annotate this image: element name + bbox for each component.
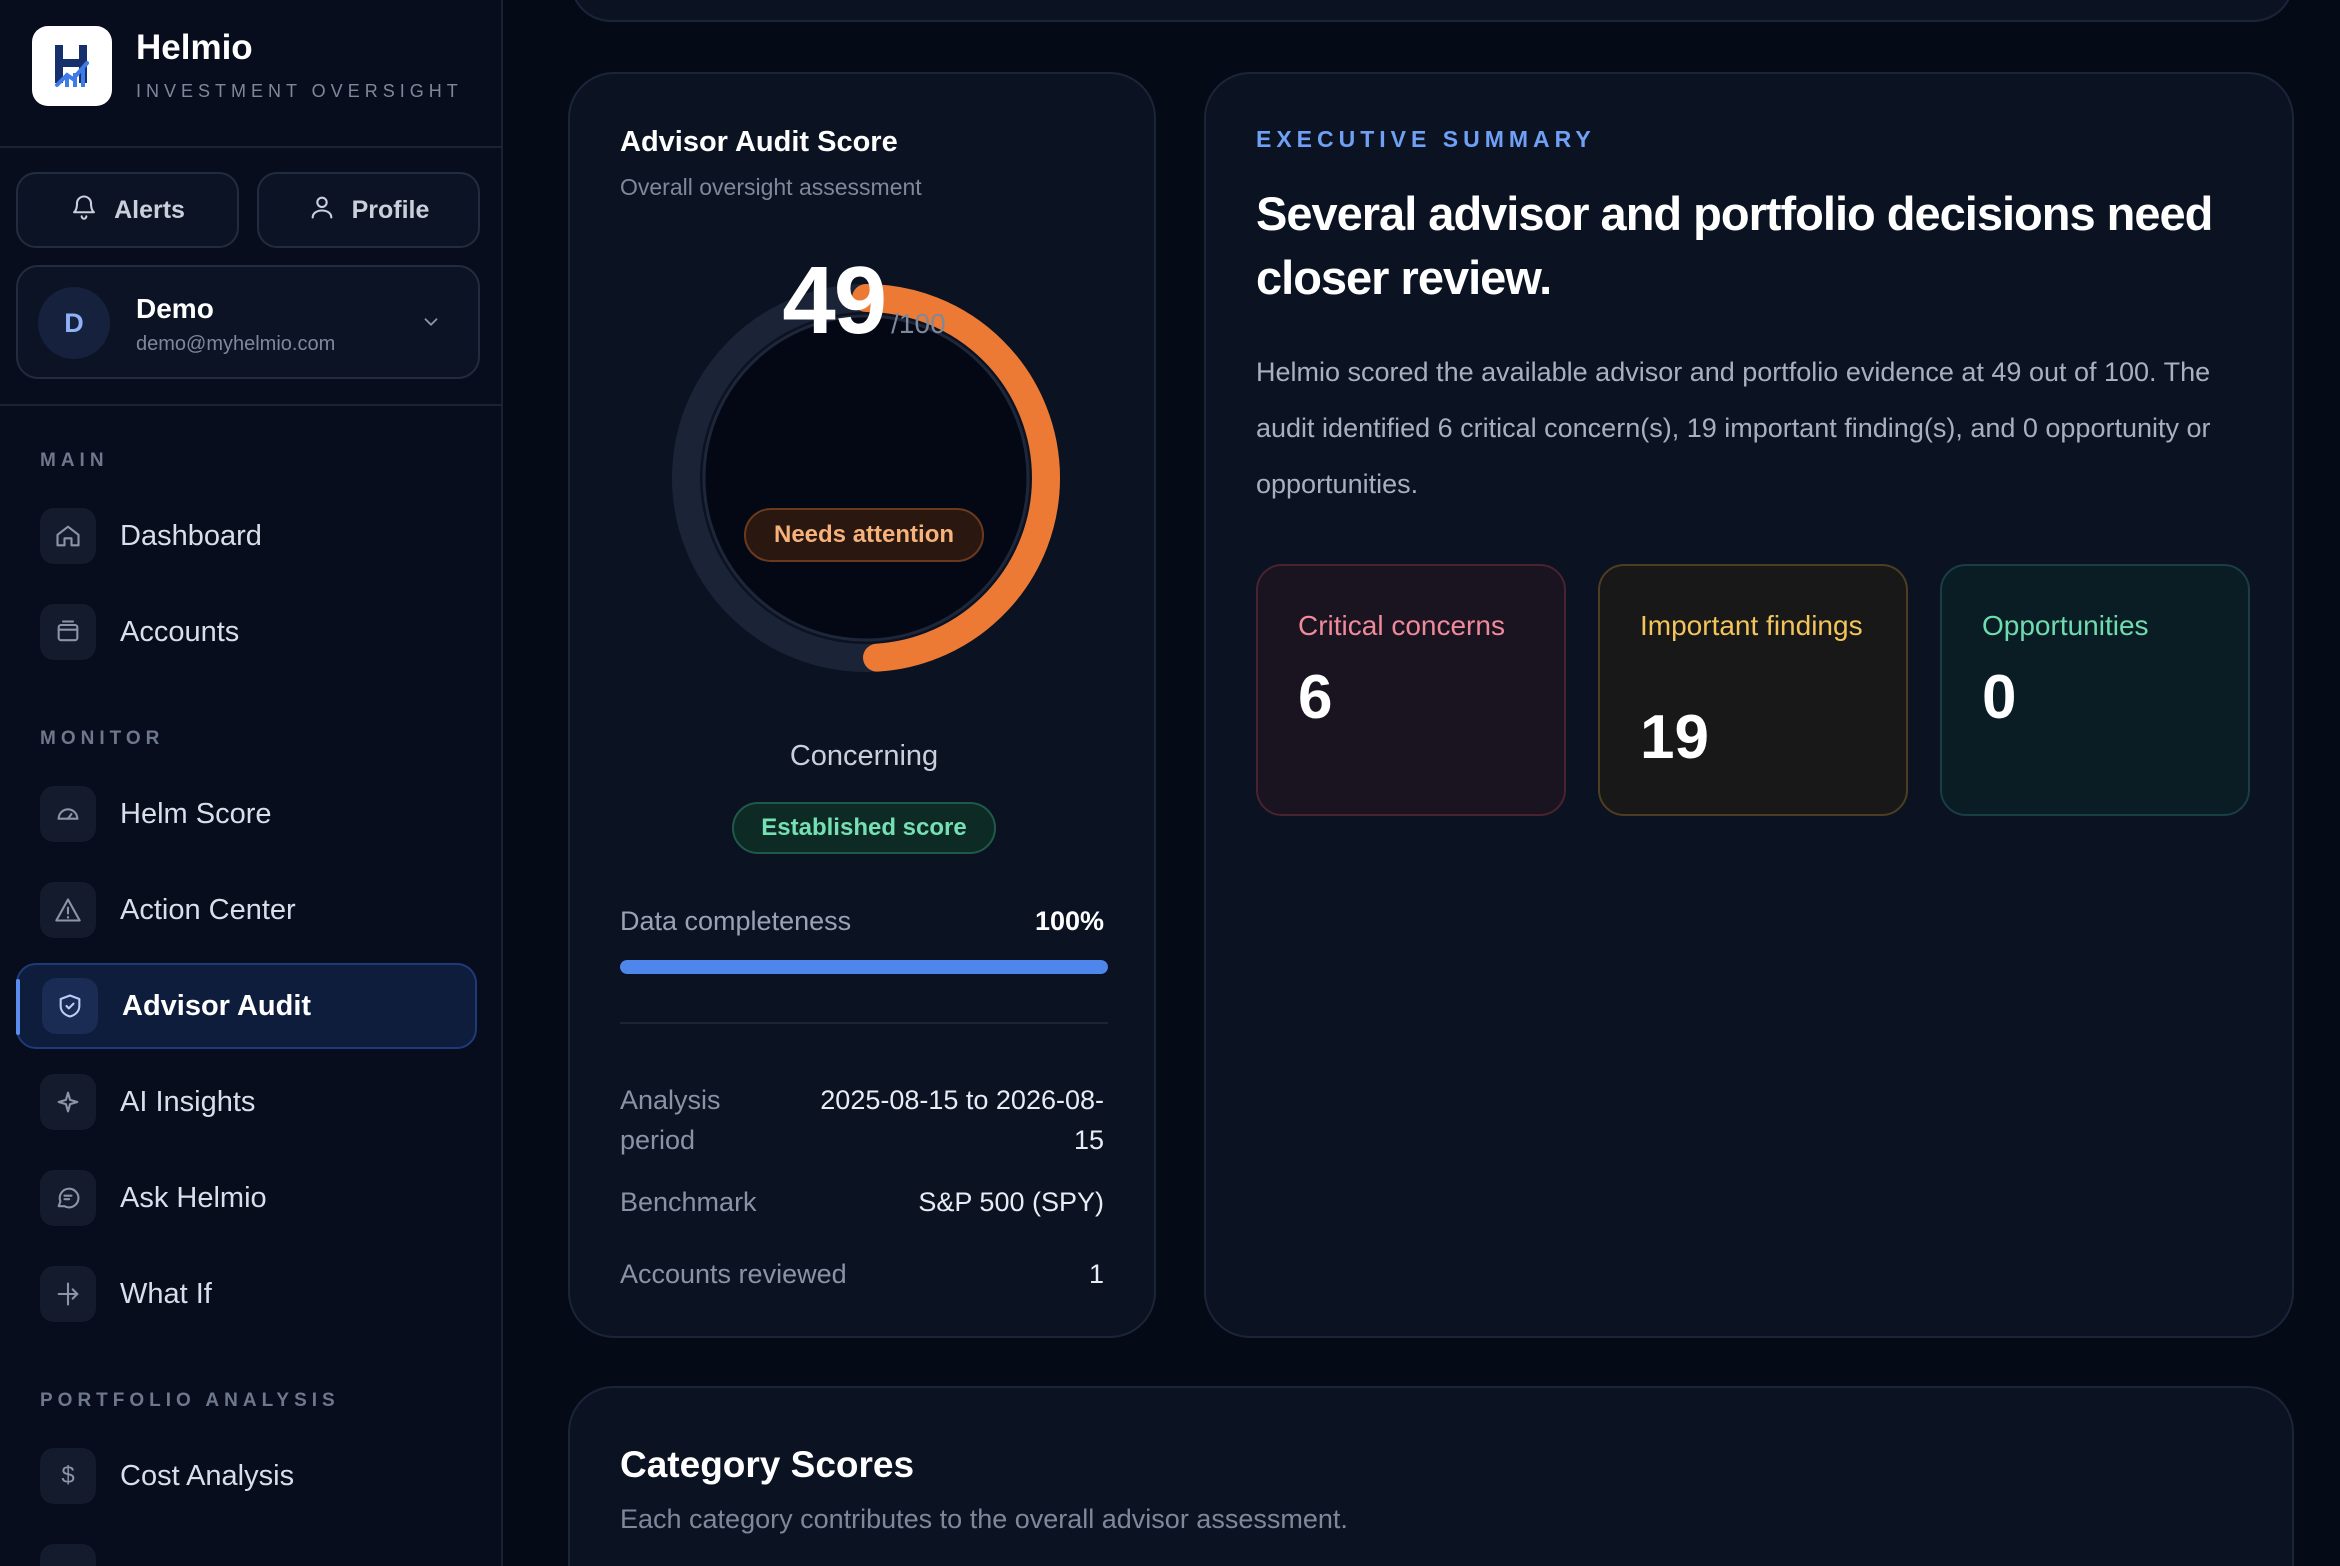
accounts-reviewed-value: 1 bbox=[1088, 1259, 1104, 1289]
profile-button[interactable]: Profile bbox=[257, 172, 480, 248]
sidebar-item-ai-insights[interactable]: AI Insights bbox=[16, 1059, 477, 1145]
sidebar-divider bbox=[0, 146, 501, 148]
sidebar-item-label: Cost Analysis bbox=[120, 1459, 295, 1492]
analysis-period-value: 2025-08-15 to 2026-08-15 bbox=[820, 1085, 1104, 1155]
alerts-button-label: Alerts bbox=[114, 195, 185, 224]
wallet-icon bbox=[40, 604, 96, 660]
benchmark-value: S&P 500 (SPY) bbox=[918, 1187, 1104, 1217]
data-completeness-bar bbox=[620, 960, 1108, 974]
opportunities-label: Opportunities bbox=[1982, 610, 2149, 641]
home-icon bbox=[40, 508, 96, 564]
sidebar-item-label: Dashboard bbox=[120, 519, 262, 552]
confidence-badge: Established score bbox=[732, 802, 996, 854]
sidebar-item-cost-analysis[interactable]: $ Cost Analysis bbox=[16, 1433, 477, 1519]
bell-icon bbox=[70, 193, 98, 228]
sidebar-item-accounts[interactable]: Accounts bbox=[16, 589, 477, 675]
avatar: D bbox=[38, 287, 110, 359]
list-icon bbox=[40, 1544, 96, 1566]
advisor-audit-score-card: Advisor Audit Score Overall oversight as… bbox=[568, 72, 1156, 1338]
gauge-core bbox=[702, 314, 1030, 642]
warning-icon bbox=[40, 882, 96, 938]
data-completeness-value: 100% bbox=[1034, 906, 1104, 936]
sidebar-item-label: Helm Score bbox=[120, 797, 272, 830]
category-scores-card: Category Scores Each category contribute… bbox=[568, 1386, 2294, 1566]
sidebar-item-action-center[interactable]: Action Center bbox=[16, 867, 477, 953]
executive-summary-kicker: EXECUTIVE SUMMARY bbox=[1256, 126, 1596, 152]
critical-concerns-stat: Critical concerns 6 bbox=[1256, 564, 1566, 816]
executive-summary-body: Helmio scored the available advisor and … bbox=[1256, 357, 2211, 499]
sidebar-item-label: AI Insights bbox=[120, 1085, 256, 1118]
sidebar-divider bbox=[0, 404, 501, 406]
category-scores-title: Category Scores bbox=[620, 1444, 915, 1485]
sidebar-item-ask-helmio[interactable]: Ask Helmio bbox=[16, 1155, 477, 1241]
sidebar-item-label: Accounts bbox=[120, 615, 240, 648]
score-card-divider bbox=[620, 1022, 1108, 1024]
user-icon bbox=[308, 193, 336, 228]
brand-name: Helmio bbox=[136, 28, 253, 67]
chat-icon bbox=[40, 1170, 96, 1226]
benchmark-label: Benchmark bbox=[620, 1187, 757, 1217]
brand[interactable]: Helmio INVESTMENT OVERSIGHT bbox=[32, 26, 463, 106]
sidebar-item-label: Action Center bbox=[120, 893, 296, 926]
dollar-icon: $ bbox=[40, 1448, 96, 1504]
score-card-subtitle: Overall oversight assessment bbox=[620, 174, 922, 200]
chevron-down-icon bbox=[420, 311, 442, 338]
analysis-period-label: Analysis period bbox=[620, 1085, 721, 1155]
user-email: demo@myhelmio.com bbox=[136, 333, 336, 355]
sidebar-item-label: Advisor Audit bbox=[122, 989, 312, 1022]
opportunities-stat: Opportunities 0 bbox=[1940, 564, 2250, 816]
status-badge: Needs attention bbox=[744, 508, 984, 562]
split-icon bbox=[40, 1266, 96, 1322]
sidebar-item-what-if[interactable]: What If bbox=[16, 1251, 477, 1337]
accounts-reviewed-label: Accounts reviewed bbox=[620, 1259, 847, 1289]
brand-tagline: INVESTMENT OVERSIGHT bbox=[136, 81, 463, 101]
sidebar-top-buttons: Alerts Profile bbox=[16, 172, 480, 248]
sidebar-item-helm-score[interactable]: Helm Score bbox=[16, 771, 477, 857]
previous-card bbox=[570, 0, 2294, 22]
section-label-monitor: MONITOR bbox=[40, 728, 165, 749]
important-findings-label: Important findings bbox=[1640, 610, 1863, 641]
data-completeness-label: Data completeness bbox=[620, 906, 852, 936]
gauge-icon bbox=[40, 786, 96, 842]
executive-summary-headline: Several advisor and portfolio decisions … bbox=[1256, 187, 2213, 304]
score-rating: Concerning bbox=[789, 740, 939, 772]
sidebar-item-next[interactable] bbox=[16, 1529, 477, 1566]
score-value: 49/100 bbox=[570, 246, 1158, 356]
section-label-portfolio-analysis: PORTFOLIO ANALYSIS bbox=[40, 1390, 340, 1411]
user-name: Demo bbox=[136, 293, 214, 324]
executive-summary-card: EXECUTIVE SUMMARY Several advisor and po… bbox=[1204, 72, 2294, 1338]
critical-concerns-value: 6 bbox=[1298, 663, 1333, 732]
sidebar-item-dashboard[interactable]: Dashboard bbox=[16, 493, 477, 579]
critical-concerns-label: Critical concerns bbox=[1298, 610, 1505, 641]
sidebar-item-label: Ask Helmio bbox=[120, 1181, 267, 1214]
important-findings-stat: Important findings 19 bbox=[1598, 564, 1908, 816]
alerts-button[interactable]: Alerts bbox=[16, 172, 239, 248]
sidebar-item-advisor-audit[interactable]: Advisor Audit bbox=[16, 963, 477, 1049]
profile-button-label: Profile bbox=[351, 195, 430, 224]
important-findings-value: 19 bbox=[1640, 703, 1709, 772]
sparkle-icon bbox=[40, 1074, 96, 1130]
score-number: 49 bbox=[782, 247, 887, 354]
data-completeness-fill bbox=[620, 960, 1108, 974]
sidebar-item-label: What If bbox=[120, 1277, 212, 1310]
helmio-logo-icon bbox=[32, 26, 112, 106]
score-card-title: Advisor Audit Score bbox=[620, 126, 898, 158]
category-scores-subtitle: Each category contributes to the overall… bbox=[620, 1504, 1348, 1534]
sidebar: Helmio INVESTMENT OVERSIGHT Alerts Profi… bbox=[0, 0, 503, 1566]
shield-check-icon bbox=[42, 978, 98, 1034]
score-max: /100 bbox=[891, 308, 946, 339]
user-switcher[interactable]: D Demo demo@myhelmio.com bbox=[16, 265, 480, 379]
section-label-main: MAIN bbox=[40, 450, 109, 471]
opportunities-value: 0 bbox=[1982, 663, 2017, 732]
